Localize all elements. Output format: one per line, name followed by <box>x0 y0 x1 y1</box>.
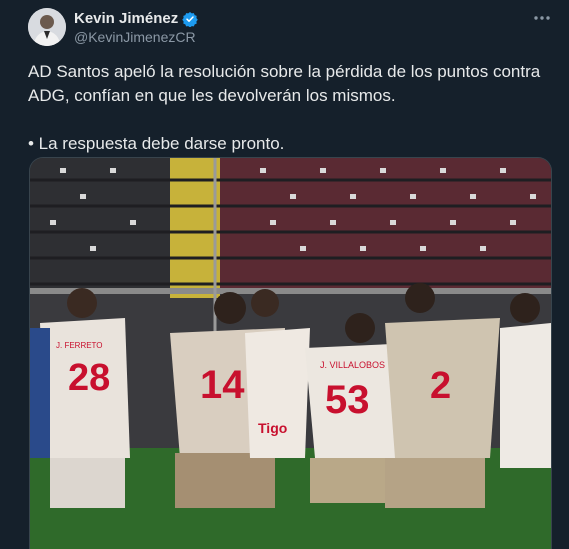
author-name-row: Kevin Jiménez <box>74 10 198 27</box>
more-horizontal-icon[interactable] <box>530 6 554 30</box>
jersey-number-53: 53 <box>325 378 370 422</box>
verified-badge-icon <box>182 11 198 27</box>
tweet-paragraph-2: • La respuesta debe darse pronto. <box>28 134 285 153</box>
tweet-media-photo[interactable]: 28 14 53 2 J. FERRETO J. VILLALOBOS Tigo <box>29 157 552 549</box>
jersey-number-28: 28 <box>68 357 110 399</box>
tweet-card: Kevin Jiménez @KevinJimenezCR AD Santos … <box>0 0 569 549</box>
jersey-name-ferreto: J. FERRETO <box>56 341 103 350</box>
jersey-number-2: 2 <box>430 365 451 407</box>
author-avatar[interactable] <box>28 8 66 46</box>
sponsor-logo: Tigo <box>258 420 287 436</box>
tweet-paragraph-1: AD Santos apeló la resolución sobre la p… <box>28 62 541 105</box>
author-handle[interactable]: @KevinJimenezCR <box>74 29 196 45</box>
jersey-number-14: 14 <box>200 363 245 407</box>
avatar-photo <box>28 8 66 46</box>
tweet-text: AD Santos apeló la resolución sobre la p… <box>28 60 553 156</box>
jersey-name-villalobos: J. VILLALOBOS <box>320 360 385 370</box>
author-display-name[interactable]: Kevin Jiménez <box>74 10 178 27</box>
team-photo: 28 14 53 2 J. FERRETO J. VILLALOBOS Tigo <box>30 158 551 549</box>
